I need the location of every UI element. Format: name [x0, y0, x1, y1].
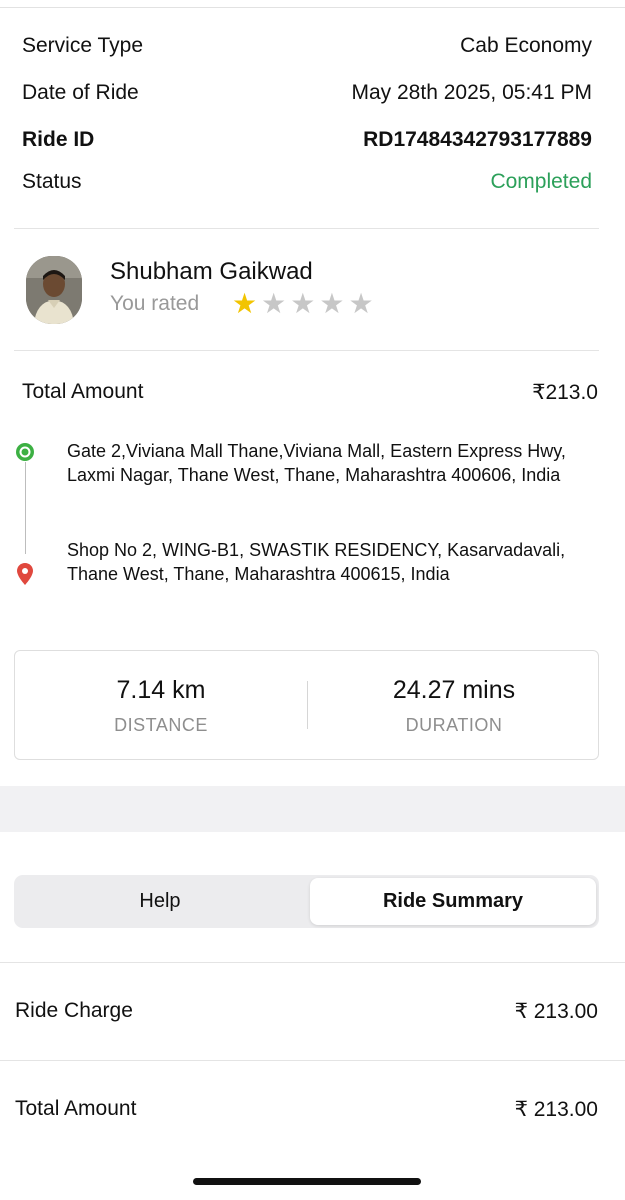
divider	[0, 1060, 625, 1061]
date-label: Date of Ride	[22, 81, 139, 104]
duration-value: 24.27 mins	[392, 676, 516, 704]
duration-stat: 24.27 mins DURATION	[308, 676, 600, 736]
divider	[14, 228, 599, 229]
map-pin-icon	[17, 563, 33, 590]
top-separator	[0, 0, 625, 8]
star-icon: ★	[232, 288, 258, 319]
total-amount-row: Total Amount ₹213.0	[22, 380, 598, 405]
status-value: Completed	[490, 170, 592, 193]
ride-charge-row: Ride Charge ₹ 213.00	[15, 999, 598, 1024]
total-amount-value: ₹213.0	[532, 381, 598, 404]
service-type-value: Cab Economy	[460, 34, 592, 57]
ride-id-value[interactable]: RD17484342793177889	[363, 128, 592, 152]
star-icon: ★	[261, 288, 287, 319]
service-type-row: Service Type Cab Economy	[22, 34, 592, 58]
tab-help[interactable]: Help	[14, 878, 306, 925]
divider	[0, 962, 625, 963]
divider	[14, 350, 599, 351]
duration-caption: DURATION	[405, 715, 503, 735]
date-row: Date of Ride May 28th 2025, 05:41 PM	[22, 81, 592, 105]
date-value: May 28th 2025, 05:41 PM	[351, 81, 593, 104]
drop-address: Shop No 2, WING-B1, SWASTIK RESIDENCY, K…	[67, 540, 566, 584]
star-icon: ★	[319, 288, 345, 319]
summary-total-row: Total Amount ₹ 213.00	[15, 1097, 598, 1122]
home-indicator[interactable]	[193, 1178, 421, 1185]
distance-stat: 7.14 km DISTANCE	[15, 676, 307, 736]
star-icon: ★	[290, 288, 316, 319]
driver-name: Shubham Gaikwad	[110, 258, 313, 285]
rated-label: You rated	[110, 292, 200, 315]
ride-charge-value: ₹ 213.00	[514, 1000, 598, 1023]
rating-stars: ★ ★ ★ ★ ★	[232, 288, 374, 320]
summary-total-label: Total Amount	[15, 1097, 137, 1120]
status-row: Status Completed	[22, 170, 592, 194]
driver-avatar	[26, 256, 82, 324]
tab-ride-summary[interactable]: Ride Summary	[310, 878, 596, 925]
distance-caption: DISTANCE	[114, 715, 208, 735]
summary-total-value: ₹ 213.00	[514, 1098, 598, 1121]
ride-stats-card: 7.14 km DISTANCE 24.27 mins DURATION	[14, 650, 599, 760]
service-type-label: Service Type	[22, 34, 144, 57]
route-line	[25, 462, 26, 554]
ride-charge-label: Ride Charge	[15, 999, 133, 1022]
total-amount-label: Total Amount	[22, 380, 144, 403]
tab-switcher: Help Ride Summary	[14, 875, 599, 928]
pickup-address: Gate 2,Viviana Mall Thane,Viviana Mall, …	[67, 441, 566, 485]
ride-id-row: Ride ID RD17484342793177889	[22, 128, 592, 152]
star-icon: ★	[348, 288, 374, 319]
ride-id-label: Ride ID	[22, 128, 95, 151]
section-spacer	[0, 786, 625, 832]
distance-value: 7.14 km	[116, 676, 206, 704]
status-label: Status	[22, 170, 82, 193]
